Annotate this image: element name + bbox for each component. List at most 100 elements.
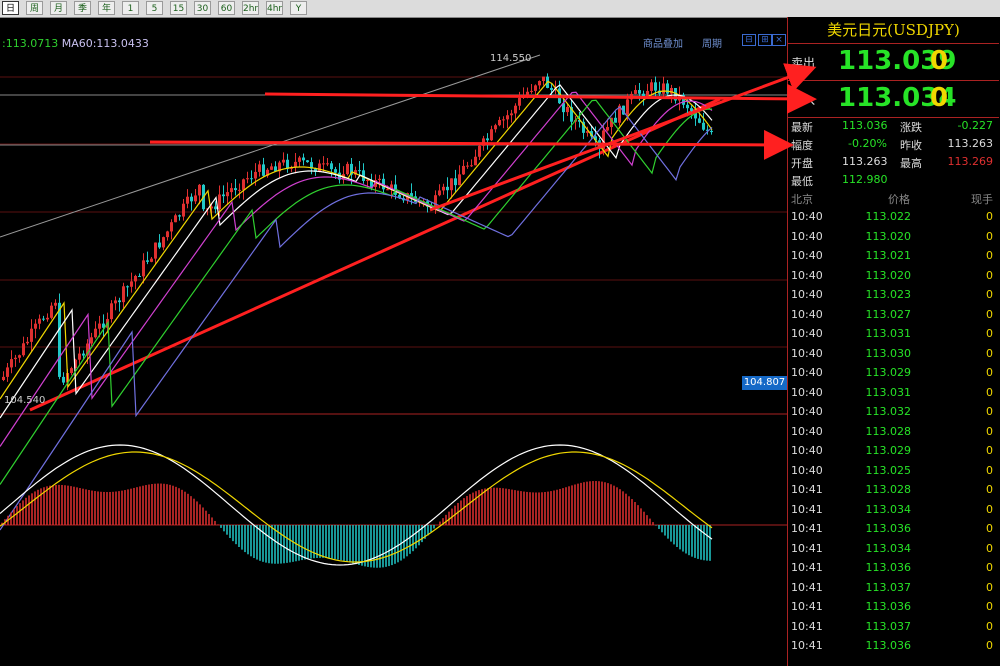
overlay-link[interactable]: 商品叠加	[643, 35, 683, 50]
candle-body	[178, 215, 181, 217]
ma10-line	[0, 84, 713, 419]
candle-body	[378, 178, 381, 180]
candle-body	[190, 196, 193, 202]
buy-label: 买入	[791, 93, 816, 107]
period-link[interactable]: 周期	[702, 35, 722, 50]
ticks-header-vol: 现手	[971, 193, 993, 206]
candle-body	[254, 171, 257, 179]
tick-time: 10:40	[791, 346, 823, 360]
candle-body	[166, 231, 169, 238]
candle-body	[82, 353, 85, 356]
ticks-header: 北京 价格 现手	[788, 189, 999, 207]
candle-body	[6, 367, 9, 377]
period-button[interactable]: 1	[122, 1, 139, 15]
candle-body	[302, 157, 305, 161]
period-button[interactable]: 日	[2, 1, 19, 15]
candle-body	[18, 355, 21, 358]
close-icon[interactable]: ×	[772, 34, 786, 46]
tick-price: 113.037	[865, 619, 912, 633]
buy-row: 买入 113.034 0	[788, 81, 999, 118]
tick-time: 10:40	[791, 424, 823, 438]
candle-body	[78, 353, 81, 360]
candle-body	[258, 164, 261, 172]
candle-body	[46, 317, 49, 320]
candle-body	[26, 341, 29, 344]
candle-body	[466, 165, 469, 167]
tick-row: 10:40 113.031 0	[788, 324, 999, 343]
tick-price: 113.020	[865, 229, 912, 243]
candle-body	[494, 125, 497, 130]
candle-body	[162, 237, 165, 248]
tick-row: 10:40 113.025 0	[788, 461, 999, 480]
low-label: 最低	[791, 175, 813, 188]
candle-body	[194, 195, 197, 202]
tick-time: 10:41	[791, 483, 823, 496]
tick-row: 10:41 113.037 0	[788, 578, 999, 597]
candle-body	[462, 165, 465, 175]
candle-body	[510, 113, 513, 116]
period-button[interactable]: 周	[26, 1, 43, 15]
candle-body	[566, 107, 569, 113]
tick-row: 10:40 113.021 0	[788, 246, 999, 265]
tick-row: 10:40 113.028 0	[788, 422, 999, 441]
candle-body	[186, 196, 189, 204]
candle-body	[134, 275, 137, 282]
candle-body	[606, 127, 609, 131]
tick-row: 10:41 113.034 0	[788, 539, 999, 558]
period-button[interactable]: 4hr	[266, 1, 283, 15]
tick-time: 10:41	[791, 522, 823, 535]
candle-body	[534, 85, 537, 91]
candle-body	[170, 222, 173, 232]
period-button[interactable]: 年	[98, 1, 115, 15]
candle-body	[222, 194, 225, 197]
ticks-header-price: 价格	[888, 193, 910, 206]
tick-volume: 0	[986, 522, 993, 535]
tick-price: 113.021	[865, 249, 912, 262]
period-button[interactable]: 月	[50, 1, 67, 15]
candle-body	[514, 105, 517, 114]
candle-body	[110, 303, 113, 320]
latest-value: 113.036	[842, 119, 888, 132]
period-button[interactable]: 2hr	[242, 1, 259, 15]
candle-body	[10, 359, 13, 368]
candle-body	[614, 117, 617, 123]
tick-price: 113.028	[865, 483, 912, 496]
candle-body	[298, 157, 301, 162]
high-value: 113.269	[947, 155, 994, 168]
candle-body	[334, 169, 337, 173]
window-restore-icon[interactable]: ⊟	[742, 34, 756, 46]
tick-time: 10:40	[791, 210, 823, 223]
ticks-header-loc: 北京	[791, 193, 813, 206]
tick-price: 113.034	[865, 502, 912, 516]
tick-time: 10:40	[791, 463, 823, 477]
chart-area[interactable]: :113.0713 MA60:113.0433 商品叠加 周期 ⊟ ⊞ × 11…	[0, 17, 787, 666]
candle-body	[230, 188, 233, 193]
kline-chart[interactable]	[0, 17, 787, 666]
tick-time: 10:41	[791, 639, 823, 652]
period-button[interactable]: 30	[194, 1, 211, 15]
candle-body	[630, 93, 633, 100]
ma60-value: MA60:113.0433	[61, 37, 149, 50]
tick-volume: 0	[986, 327, 993, 340]
period-button[interactable]: 5	[146, 1, 163, 15]
tick-price: 113.027	[865, 307, 912, 321]
tick-time: 10:40	[791, 444, 823, 457]
candle-body	[522, 96, 525, 98]
candle-body	[322, 163, 325, 165]
window-max-icon[interactable]: ⊞	[758, 34, 772, 46]
tick-time: 10:40	[791, 327, 823, 340]
tick-volume: 0	[986, 424, 993, 438]
tick-price: 113.030	[865, 346, 912, 360]
candle-body	[666, 83, 669, 94]
tick-price: 113.031	[865, 385, 912, 399]
quote-panel: 美元日元(USDJPY) 卖出 113.039 0 买入 113.034 0 最…	[787, 17, 1000, 666]
candle-body	[50, 305, 53, 318]
period-button[interactable]: 15	[170, 1, 187, 15]
period-button[interactable]: Y	[290, 1, 307, 15]
period-button[interactable]: 季	[74, 1, 91, 15]
tick-volume: 0	[986, 619, 993, 633]
period-button[interactable]: 60	[218, 1, 235, 15]
candle-body	[458, 174, 461, 186]
candle-body	[698, 118, 701, 123]
tick-volume: 0	[986, 385, 993, 399]
